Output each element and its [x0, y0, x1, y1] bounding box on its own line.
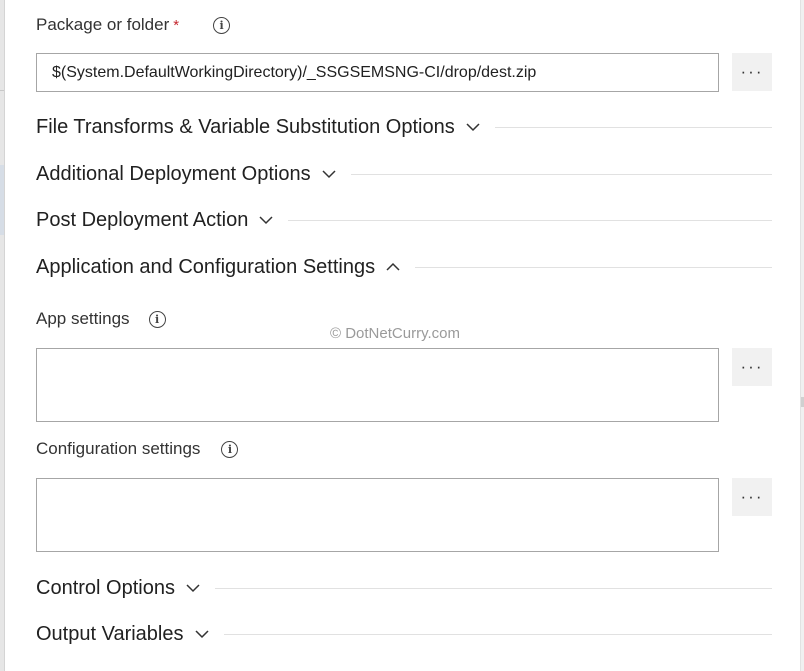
package-browse-button[interactable]: ··· [732, 53, 772, 91]
section-file-transforms[interactable]: File Transforms & Variable Substitution … [36, 114, 772, 140]
section-title: Application and Configuration Settings [36, 255, 376, 278]
section-output-variables[interactable]: Output Variables [36, 621, 772, 647]
section-divider [415, 266, 772, 268]
watermark: © DotNetCurry.com [330, 325, 460, 342]
section-title: Post Deployment Action [36, 208, 249, 231]
config-settings-input[interactable] [36, 478, 719, 552]
chevron-down-icon [186, 584, 200, 593]
section-control-options[interactable]: Control Options [36, 575, 772, 601]
section-divider [214, 587, 772, 589]
chevron-up-icon [386, 262, 400, 271]
left-pane-edge [0, 0, 5, 671]
left-pane-divider [0, 90, 4, 91]
config-settings-label: Configuration settings [36, 439, 201, 458]
app-settings-label: App settings [36, 309, 130, 328]
required-marker: * [173, 16, 180, 34]
section-divider [350, 173, 772, 175]
section-divider [288, 219, 772, 221]
chevron-down-icon [322, 170, 336, 179]
chevron-down-icon [466, 123, 480, 132]
chevron-down-icon [259, 216, 273, 225]
info-icon[interactable]: i [148, 310, 166, 328]
chevron-down-icon [194, 630, 209, 639]
package-label-row: Package or folder * i [36, 13, 231, 37]
section-title: Output Variables [36, 622, 184, 645]
package-label: Package or folder [36, 15, 170, 34]
section-divider [494, 126, 772, 128]
config-settings-browse-button[interactable]: ··· [732, 478, 772, 516]
config-settings-label-row: Configuration settings i [36, 437, 239, 461]
package-input[interactable]: $(System.DefaultWorkingDirectory)/_SSGSE… [36, 53, 719, 92]
section-divider [223, 633, 772, 635]
left-pane-selection [0, 165, 4, 235]
section-app-config[interactable]: Application and Configuration Settings [36, 254, 772, 280]
section-title: Control Options [36, 576, 175, 599]
app-settings-input[interactable] [36, 348, 719, 422]
scrollbar[interactable] [800, 0, 804, 671]
section-additional-deployment[interactable]: Additional Deployment Options [36, 161, 772, 187]
section-title: File Transforms & Variable Substitution … [36, 115, 455, 138]
app-settings-browse-button[interactable]: ··· [732, 348, 772, 386]
info-icon[interactable]: i [213, 16, 231, 34]
app-settings-label-row: App settings i [36, 307, 166, 331]
section-title: Additional Deployment Options [36, 162, 311, 185]
release-task-panel: Package or folder * i $(System.DefaultWo… [0, 0, 804, 671]
info-icon[interactable]: i [221, 440, 239, 458]
section-post-deployment[interactable]: Post Deployment Action [36, 207, 772, 233]
package-input-value: $(System.DefaultWorkingDirectory)/_SSGSE… [52, 63, 537, 81]
